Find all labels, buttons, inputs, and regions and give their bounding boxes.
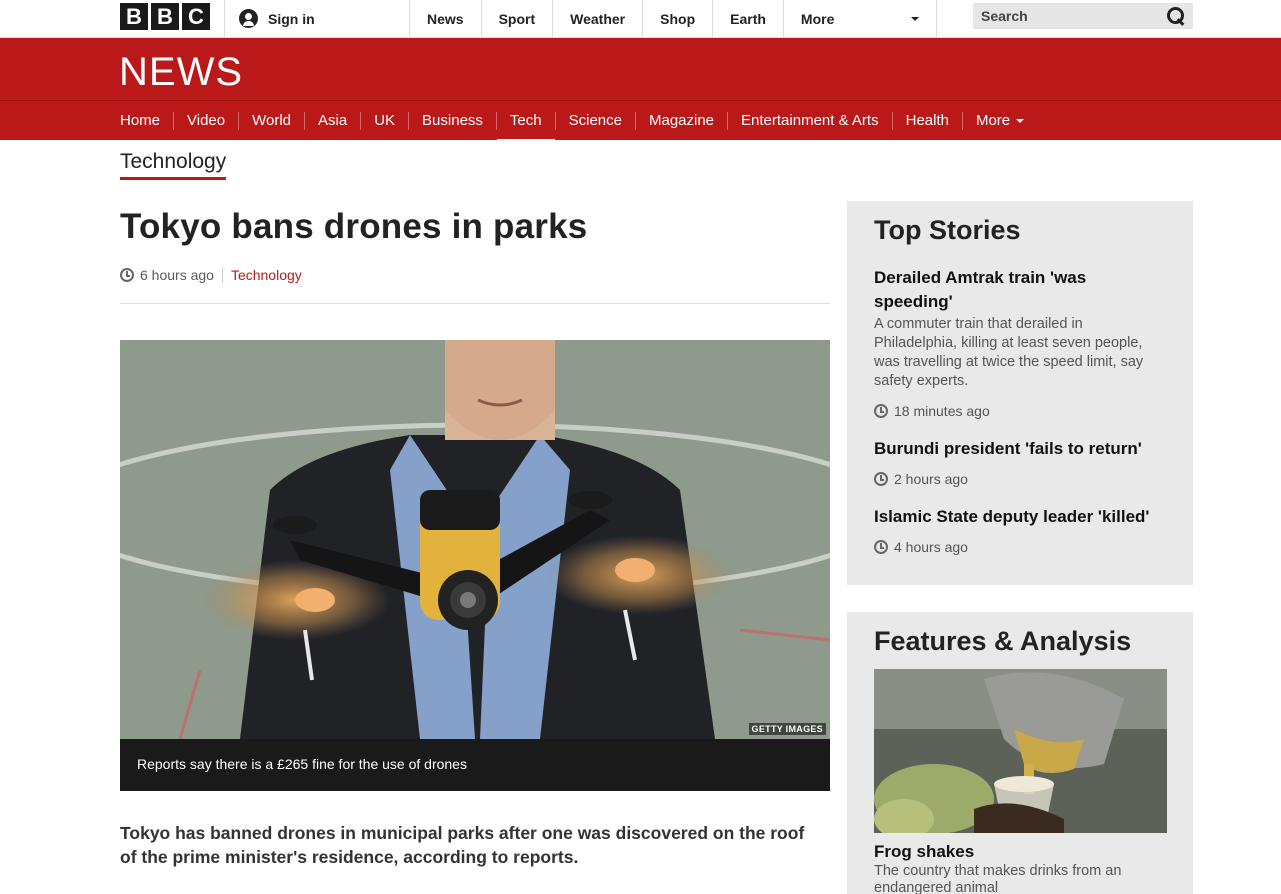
- section-nav-asia[interactable]: Asia: [304, 111, 360, 130]
- sign-in-label: Sign in: [268, 10, 315, 27]
- top-story-time-label: 4 hours ago: [894, 539, 968, 555]
- clock-icon: [874, 540, 888, 554]
- top-story-time-label: 18 minutes ago: [894, 403, 990, 419]
- article-meta: 6 hours ago Technology: [120, 267, 302, 283]
- bbc-logo-letter-c: C: [182, 3, 210, 30]
- meta-divider: [221, 267, 223, 283]
- article-intro: Tokyo has banned drones in municipal par…: [120, 823, 805, 867]
- section-nav-science[interactable]: Science: [554, 111, 635, 130]
- section-nav-tech[interactable]: Tech: [495, 111, 555, 143]
- search-icon[interactable]: [1167, 7, 1185, 25]
- article-timestamp: 6 hours ago: [140, 267, 214, 283]
- top-story-title[interactable]: Burundi president 'fails to return': [874, 437, 1166, 461]
- section-nav-more-label: More: [975, 111, 1011, 129]
- clock-icon: [874, 472, 888, 486]
- news-logo[interactable]: NEWS: [119, 50, 243, 95]
- top-story-title[interactable]: Islamic State deputy leader 'killed': [874, 505, 1166, 529]
- section-nav-entertainment-arts[interactable]: Entertainment & Arts: [727, 111, 892, 130]
- global-nav: News Sport Weather Shop Earth More: [409, 0, 937, 37]
- image-credit: GETTY IMAGES: [748, 723, 826, 735]
- divider: [120, 303, 830, 304]
- chevron-down-icon: [1016, 118, 1025, 123]
- top-story-time: 18 minutes ago: [874, 403, 1166, 419]
- bbc-logo-letter-b1: B: [120, 3, 148, 30]
- bbc-logo-letter-b2: B: [151, 3, 179, 30]
- section-nav-health[interactable]: Health: [891, 111, 962, 130]
- section-nav: Home Video World Asia UK Business Tech S…: [0, 100, 1281, 143]
- top-story-summary: A commuter train that derailed in Philad…: [874, 316, 1144, 389]
- article-headline: Tokyo bans drones in parks: [120, 207, 588, 246]
- section-title[interactable]: Technology: [120, 150, 227, 180]
- sign-in-link[interactable]: Sign in: [224, 0, 410, 37]
- section-nav-world[interactable]: World: [238, 111, 304, 130]
- feature-image[interactable]: [874, 669, 1167, 833]
- search-placeholder: Search: [981, 8, 1028, 24]
- global-nav-news[interactable]: News: [409, 0, 481, 37]
- top-story-time-label: 2 hours ago: [894, 471, 968, 487]
- drone-photo: [120, 340, 830, 739]
- features-heading: Features & Analysis: [874, 626, 1132, 656]
- top-story-time: 4 hours ago: [874, 539, 1166, 555]
- global-nav-weather[interactable]: Weather: [552, 0, 642, 37]
- global-nav-sport[interactable]: Sport: [480, 0, 553, 37]
- top-story-item[interactable]: Islamic State deputy leader 'killed' 4 h…: [874, 505, 1166, 555]
- global-nav-earth[interactable]: Earth: [712, 0, 783, 37]
- section-nav-more[interactable]: More: [961, 111, 1037, 130]
- section-nav-video[interactable]: Video: [173, 111, 238, 130]
- article-category-link[interactable]: Technology: [231, 267, 302, 283]
- section-nav-business[interactable]: Business: [408, 111, 496, 130]
- top-story-item[interactable]: Burundi president 'fails to return' 2 ho…: [874, 437, 1166, 487]
- top-stories-panel: Top Stories Derailed Amtrak train 'was s…: [847, 201, 1193, 585]
- section-nav-uk[interactable]: UK: [360, 111, 408, 130]
- news-masthead: NEWS: [0, 38, 1281, 100]
- top-story-title[interactable]: Derailed Amtrak train 'was speeding': [874, 266, 1166, 314]
- frog-shake-photo: [874, 669, 1167, 833]
- top-story-time: 2 hours ago: [874, 471, 1166, 487]
- feature-title[interactable]: Frog shakes: [874, 841, 1166, 863]
- article-image: GETTY IMAGES: [120, 340, 830, 739]
- section-nav-magazine[interactable]: Magazine: [634, 111, 727, 130]
- clock-icon: [120, 268, 134, 282]
- features-panel: Features & Analysis Frog shakes The coun…: [847, 612, 1193, 894]
- section-nav-home[interactable]: Home: [120, 112, 173, 130]
- bbc-global-bar: B B C Sign in News Sport Weather Shop Ea…: [0, 0, 1281, 38]
- top-stories-heading: Top Stories: [874, 215, 1021, 245]
- clock-icon: [874, 404, 888, 418]
- feature-summary: The country that makes drinks from an en…: [874, 863, 1122, 894]
- image-caption: Reports say there is a £265 fine for the…: [120, 739, 830, 791]
- top-story-item[interactable]: Derailed Amtrak train 'was speeding' A c…: [874, 266, 1166, 419]
- chevron-down-icon: [910, 16, 919, 21]
- global-nav-shop[interactable]: Shop: [642, 0, 712, 37]
- global-nav-more-label: More: [800, 10, 835, 27]
- global-nav-more[interactable]: More: [782, 0, 937, 37]
- bbc-logo[interactable]: B B C: [120, 3, 210, 30]
- search-input[interactable]: Search: [973, 3, 1193, 29]
- user-icon: [239, 9, 258, 28]
